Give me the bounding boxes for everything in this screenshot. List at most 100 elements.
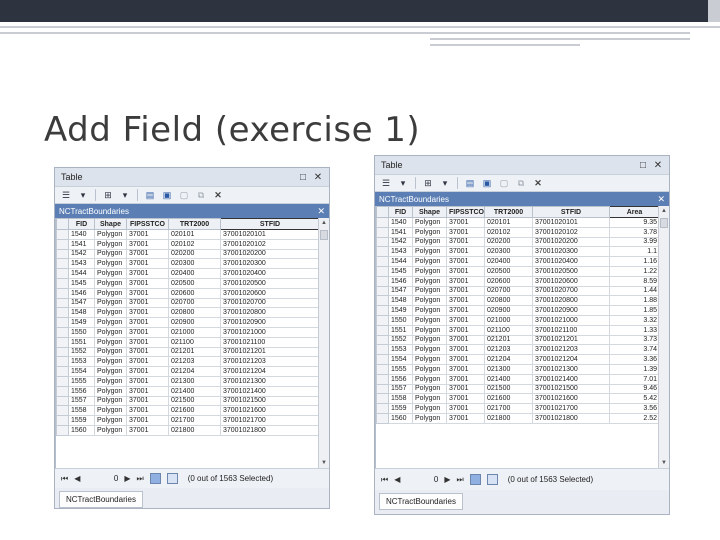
table-cell[interactable]: Polygon	[412, 403, 447, 414]
bottom-table-tab[interactable]: NCTractBoundaries	[379, 493, 463, 510]
row-selector[interactable]	[376, 393, 389, 405]
bottom-table-tab[interactable]: NCTractBoundaries	[59, 491, 143, 508]
table-cell[interactable]: 7.01	[609, 373, 660, 385]
table-cell[interactable]: Polygon	[94, 238, 127, 250]
table-cell[interactable]: 021500	[484, 383, 533, 395]
first-record-icon[interactable]: ⏮	[61, 474, 68, 484]
table-cell[interactable]: 37001	[446, 275, 485, 287]
table-cell[interactable]: 020200	[484, 236, 533, 248]
table-row[interactable]: 1559 Polygon 37001 021700 37001021700	[56, 415, 320, 426]
table-cell[interactable]: 37001021500	[220, 395, 320, 407]
table-row[interactable]: 1543 Polygon 37001 020300 37001020300 1.1	[376, 246, 660, 258]
table-cell[interactable]: 37001	[126, 385, 169, 397]
table-cell[interactable]: 37001020102	[532, 226, 610, 238]
table-cell[interactable]: Polygon	[94, 346, 127, 358]
restore-icon[interactable]: □	[638, 160, 648, 171]
clear-selection-icon[interactable]: ▢	[177, 189, 191, 202]
table-cell[interactable]: 37001	[126, 405, 169, 417]
table-cell[interactable]: 1553	[388, 344, 413, 356]
record-number[interactable]: 0	[86, 474, 118, 483]
column-header[interactable]: FIPSSTCO	[126, 218, 169, 230]
row-selector[interactable]	[56, 268, 69, 279]
table-row[interactable]: 1546 Polygon 37001 020600 37001020600	[56, 287, 320, 299]
table-cell[interactable]: 1540	[388, 217, 413, 228]
table-cell[interactable]: 37001	[126, 238, 169, 250]
table-cell[interactable]: Polygon	[94, 385, 127, 397]
table-cell[interactable]: 37001	[126, 375, 169, 387]
table-cell[interactable]: 37001021600	[220, 405, 320, 417]
table-cell[interactable]: 1560	[68, 424, 95, 436]
row-selector[interactable]	[376, 314, 389, 326]
row-selector[interactable]	[376, 324, 389, 336]
table-cell[interactable]: 9.35	[609, 217, 660, 228]
row-selector[interactable]	[56, 336, 69, 348]
column-header[interactable]: TRT2000	[484, 206, 533, 218]
delete-selected-icon[interactable]: ✕	[531, 177, 545, 190]
table-cell[interactable]: 37001020200	[220, 248, 320, 260]
vertical-scrollbar[interactable]: ▲ ▼	[658, 206, 669, 468]
table-row[interactable]: 1558 Polygon 37001 021600 37001021600	[56, 405, 320, 417]
row-selector[interactable]	[376, 373, 389, 385]
table-cell[interactable]: 021000	[484, 314, 533, 326]
scroll-down-icon[interactable]: ▼	[321, 460, 327, 466]
table-cell[interactable]: 37001020700	[220, 297, 320, 309]
scroll-down-icon[interactable]: ▼	[661, 460, 667, 466]
table-cell[interactable]: Polygon	[412, 256, 447, 267]
table-cell[interactable]: 021500	[168, 395, 221, 407]
row-selector[interactable]	[56, 375, 69, 387]
table-cell[interactable]: 021204	[484, 354, 533, 365]
table-row[interactable]: 1556 Polygon 37001 021400 37001021400	[56, 385, 320, 397]
row-selector[interactable]	[376, 285, 389, 297]
table-cell[interactable]: 1555	[388, 363, 413, 375]
table-cell[interactable]: 020102	[484, 226, 533, 238]
table-cell[interactable]: 021201	[484, 334, 533, 346]
table-cell[interactable]: 1545	[68, 277, 95, 289]
table-cell[interactable]: 1544	[68, 268, 95, 279]
related-tables-icon[interactable]: ⊞	[101, 189, 115, 202]
table-cell[interactable]: 37001020600	[220, 287, 320, 299]
table-cell[interactable]: 021600	[484, 393, 533, 405]
table-cell[interactable]: 37001	[446, 403, 485, 414]
table-cell[interactable]: 37001021800	[532, 412, 610, 424]
table-row[interactable]: 1549 Polygon 37001 020900 37001020900	[56, 317, 320, 328]
table-cell[interactable]: Polygon	[94, 297, 127, 309]
table-row[interactable]: 1551 Polygon 37001 021100 37001021100	[56, 336, 320, 348]
table-cell[interactable]: Polygon	[94, 248, 127, 260]
table-cell[interactable]: 37001020101	[220, 229, 320, 240]
table-row[interactable]: 1554 Polygon 37001 021204 37001021204 3.36	[376, 354, 660, 365]
table-cell[interactable]: 37001	[126, 268, 169, 279]
table-row[interactable]: 1557 Polygon 37001 021500 37001021500	[56, 395, 320, 407]
table-cell[interactable]: Polygon	[412, 363, 447, 375]
table-cell[interactable]: 021201	[168, 346, 221, 358]
close-icon[interactable]: ✕	[313, 172, 323, 183]
table-cell[interactable]: 5.42	[609, 393, 660, 405]
table-cell[interactable]: Polygon	[412, 373, 447, 385]
table-cell[interactable]: 1554	[388, 354, 413, 365]
scroll-thumb[interactable]	[320, 230, 328, 240]
table-cell[interactable]: Polygon	[412, 246, 447, 258]
table-row[interactable]: 1550 Polygon 37001 021000 37001021000	[56, 326, 320, 338]
restore-icon[interactable]: □	[298, 172, 308, 183]
table-cell[interactable]: 1553	[68, 356, 95, 368]
table-cell[interactable]: Polygon	[94, 366, 127, 377]
table-cell[interactable]: 020200	[168, 248, 221, 260]
last-record-icon[interactable]: ⏭	[457, 475, 464, 485]
table-cell[interactable]: 37001020700	[532, 285, 610, 297]
table-cell[interactable]: 1558	[68, 405, 95, 417]
table-cell[interactable]: 37001021600	[532, 393, 610, 405]
related-tables-icon[interactable]: ⊞	[421, 177, 435, 190]
column-header-selected[interactable]: STFID	[220, 218, 320, 230]
row-selector[interactable]	[56, 395, 69, 407]
table-cell[interactable]: 37001021203	[220, 356, 320, 368]
table-cell[interactable]: Polygon	[412, 344, 447, 356]
table-cell[interactable]: 1.44	[609, 285, 660, 297]
table-cell[interactable]: 37001021400	[220, 385, 320, 397]
table-cell[interactable]: Polygon	[412, 285, 447, 297]
row-selector[interactable]	[376, 256, 389, 267]
row-selector[interactable]	[56, 366, 69, 377]
table-cell[interactable]: 1545	[388, 265, 413, 277]
table-row[interactable]: 1555 Polygon 37001 021300 37001021300	[56, 375, 320, 387]
close-tab-icon[interactable]: ✕	[657, 194, 665, 205]
row-selector[interactable]	[376, 295, 389, 307]
table-cell[interactable]: Polygon	[94, 317, 127, 328]
